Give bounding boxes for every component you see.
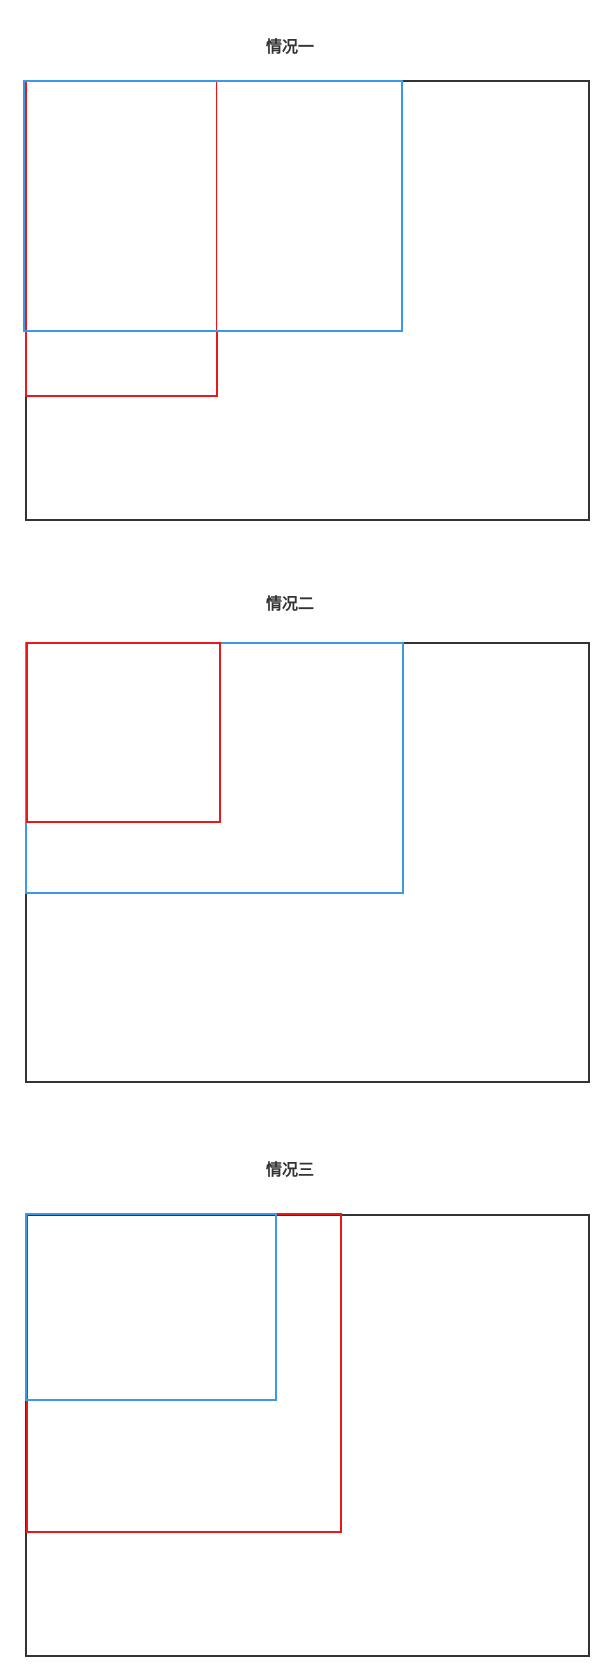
case-1-divider-line: [217, 82, 218, 330]
case-1-blue-rect: [23, 80, 403, 332]
case-2-red-rect: [26, 642, 221, 823]
case-1-title: 情况一: [265, 37, 314, 56]
case-2-title: 情况二: [265, 594, 314, 613]
case-3-blue-rect: [25, 1213, 277, 1401]
case-3-title: 情况三: [265, 1160, 314, 1179]
